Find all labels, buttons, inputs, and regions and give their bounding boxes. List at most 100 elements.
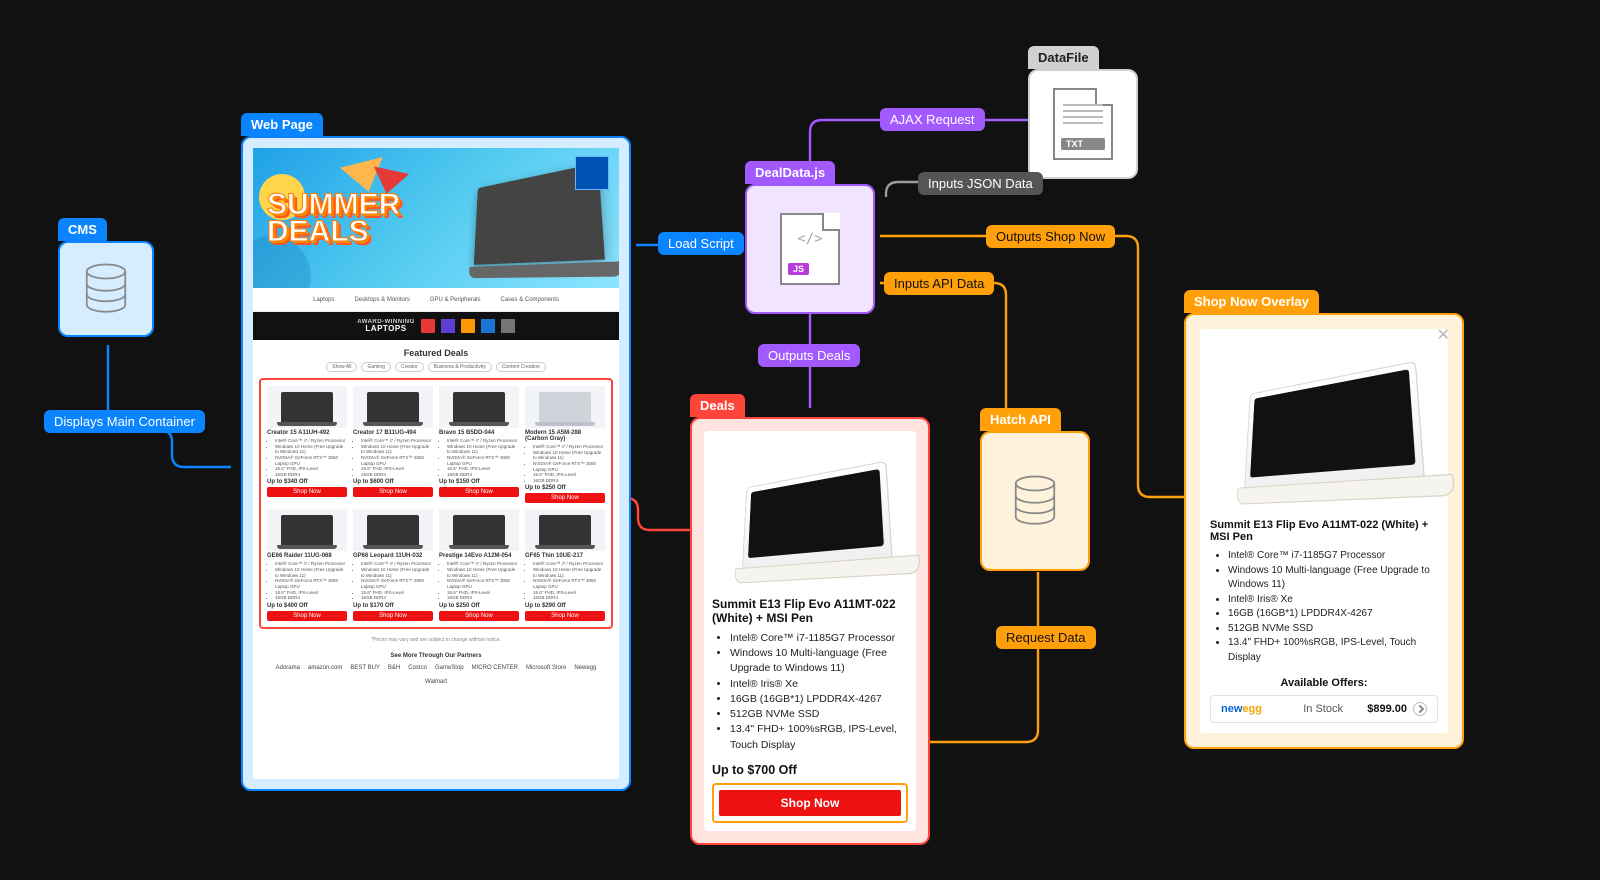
product-thumb <box>353 386 433 428</box>
partner-logo: Walmart <box>425 679 447 685</box>
overlay-specs-list: Intel® Core™ i7-1185G7 ProcessorWindows … <box>1210 549 1438 665</box>
edge-outputs-deals: Outputs Deals <box>758 344 860 367</box>
partner-logo: GameStop <box>435 665 464 671</box>
deal-product-image <box>712 439 908 597</box>
close-icon[interactable]: ✕ <box>1437 325 1450 345</box>
product-card: Creator 15 A11UH-492 Intel® Core™ i7 / Ry… <box>267 386 347 503</box>
node-overlay: Shop Now Overlay ✕ Summit E13 Flip Evo A… <box>1184 290 1464 749</box>
product-title: Modern 15 A5M-288 (Carbon Gray) <box>525 430 605 442</box>
node-cms-box <box>58 241 154 337</box>
laptop-icon <box>742 461 892 569</box>
partner-logo: Adorama <box>276 665 300 671</box>
offer-row[interactable]: newegg In Stock $899.00 <box>1210 695 1438 723</box>
product-shop-button[interactable]: Shop Now <box>267 487 347 497</box>
product-specs: Intel® Core™ i7 / Ryzen ProcessorWindows… <box>439 561 519 600</box>
footnote: *Prices may vary and are subject to chan… <box>253 637 619 643</box>
node-overlay-box: ✕ Summit E13 Flip Evo A11MT-022 (White) … <box>1184 313 1464 749</box>
node-overlay-label: Shop Now Overlay <box>1184 290 1319 313</box>
product-specs: Intel® Core™ i7 / Ryzen ProcessorWindows… <box>525 444 605 483</box>
partner-logos: Adorama amazon.com BEST BUY B&H Costco GameSt… <box>273 665 599 685</box>
offer-price: $899.00 <box>1367 703 1407 715</box>
offer-stock: In Stock <box>1279 703 1367 715</box>
product-save: Up to $150 Off <box>439 479 519 485</box>
partner-logo: B&H <box>388 665 400 671</box>
partners-title: See More Through Our Partners <box>253 653 619 659</box>
deal-specs-list: Intel® Core™ i7-1185G7 ProcessorWindows … <box>712 631 908 753</box>
category-nav: LaptopsDesktops & Monitors GPU & Periphe… <box>253 288 619 312</box>
node-deals: Deals Summit E13 Flip Evo A11MT-022 (Whi… <box>690 394 930 845</box>
txt-file-icon: TXT <box>1053 88 1113 160</box>
product-title: Creator 15 A11UH-492 <box>267 430 347 436</box>
overlay-title: Summit E13 Flip Evo A11MT-022 (White) + … <box>1210 519 1438 543</box>
product-card: Prestige 14Evo A12M-054 Intel® Core™ i7 /… <box>439 509 519 620</box>
product-save: Up to $600 Off <box>353 479 433 485</box>
node-hatch: Hatch API <box>980 408 1090 571</box>
hero-text: SUMMER DEALS <box>267 191 400 245</box>
edge-displays-main: Displays Main Container <box>44 410 205 433</box>
filter-pills: Show AllGaming CreatorBusiness & Product… <box>253 362 619 372</box>
overlay-product-image <box>1210 339 1438 519</box>
product-thumb <box>267 386 347 428</box>
edge-request-data: Request Data <box>996 626 1096 649</box>
product-shop-button[interactable]: Shop Now <box>267 611 347 621</box>
shop-now-highlight: Shop Now <box>712 783 908 823</box>
product-save: Up to $250 Off <box>439 603 519 609</box>
product-title: Creator 17 B11UG-494 <box>353 430 433 436</box>
product-card: Creator 17 B11UG-494 Intel® Core™ i7 / Ry… <box>353 386 433 503</box>
partner-logo: Costco <box>408 665 427 671</box>
product-title: GP66 Leopard 11UH-032 <box>353 553 433 559</box>
node-deals-label: Deals <box>690 394 745 417</box>
product-card: Modern 15 A5M-288 (Carbon Gray) Intel® Co… <box>525 386 605 503</box>
node-webpage: Web Page SUMMER DEALS LaptopsDesktops & … <box>241 113 631 791</box>
deal-title: Summit E13 Flip Evo A11MT-022 (White) + … <box>712 597 908 625</box>
product-title: Bravo 15 B5DD-044 <box>439 430 519 436</box>
node-dealdata: DealData.js </> JS <box>745 161 875 314</box>
product-shop-button[interactable]: Shop Now <box>439 487 519 497</box>
product-shop-button[interactable]: Shop Now <box>525 611 605 621</box>
deal-savings: Up to $700 Off <box>712 763 908 777</box>
product-specs: Intel® Core™ i7 / Ryzen ProcessorWindows… <box>267 438 347 477</box>
database-icon <box>78 261 134 317</box>
product-save: Up to $170 Off <box>353 603 433 609</box>
product-title: Prestige 14Evo A12M-054 <box>439 553 519 559</box>
partner-logo: Newegg <box>574 665 596 671</box>
js-file-icon: </> JS <box>780 213 840 285</box>
product-save: Up to $340 Off <box>267 479 347 485</box>
edge-ajax: AJAX Request <box>880 108 985 131</box>
offers-title: Available Offers: <box>1210 677 1438 689</box>
product-title: GF65 Thin 10UE-217 <box>525 553 605 559</box>
shop-now-button[interactable]: Shop Now <box>719 790 901 816</box>
product-specs: Intel® Core™ i7 / Ryzen ProcessorWindows… <box>353 438 433 477</box>
product-shop-button[interactable]: Shop Now <box>353 487 433 497</box>
product-thumb <box>525 386 605 428</box>
product-card: GE66 Raider 11UG-068 Intel® Core™ i7 / Ry… <box>267 509 347 620</box>
product-specs: Intel® Core™ i7 / Ryzen ProcessorWindows… <box>267 561 347 600</box>
partner-logo: MICRO CENTER <box>472 665 518 671</box>
product-save: Up to $250 Off <box>525 485 605 491</box>
product-thumb <box>353 509 433 551</box>
product-shop-button[interactable]: Shop Now <box>439 611 519 621</box>
webpage-preview: SUMMER DEALS LaptopsDesktops & Monitors … <box>253 148 619 779</box>
product-shop-button[interactable]: Shop Now <box>353 611 433 621</box>
partner-logo: BEST BUY <box>350 665 380 671</box>
product-card: GP66 Leopard 11UH-032 Intel® Core™ i7 / R… <box>353 509 433 620</box>
product-save: Up to $400 Off <box>267 603 347 609</box>
product-card: GF65 Thin 10UE-217Intel® Core™ i7 / Ryze… <box>525 509 605 620</box>
product-save: Up to $290 Off <box>525 603 605 609</box>
node-cms-label: CMS <box>58 218 107 241</box>
product-title: GE66 Raider 11UG-068 <box>267 553 347 559</box>
node-datafile-box: TXT <box>1028 69 1138 179</box>
product-specs: Intel® Core™ i7 / Ryzen ProcessorWindows… <box>353 561 433 600</box>
go-arrow-icon[interactable] <box>1413 702 1427 716</box>
edge-inputs-api: Inputs API Data <box>884 272 994 295</box>
partner-logo: amazon.com <box>308 665 342 671</box>
product-shop-button[interactable]: Shop Now <box>525 493 605 503</box>
intel-core-badge-icon <box>575 156 609 190</box>
product-thumb <box>439 386 519 428</box>
retailer-logo-icon: newegg <box>1221 703 1279 715</box>
database-icon <box>1007 473 1063 529</box>
product-specs: Intel® Core™ i7 / Ryzen ProcessorWindows… <box>439 438 519 477</box>
node-dealdata-box: </> JS <box>745 184 875 314</box>
node-hatch-label: Hatch API <box>980 408 1061 431</box>
award-banner: AWARD-WINNING LAPTOPS <box>253 312 619 340</box>
